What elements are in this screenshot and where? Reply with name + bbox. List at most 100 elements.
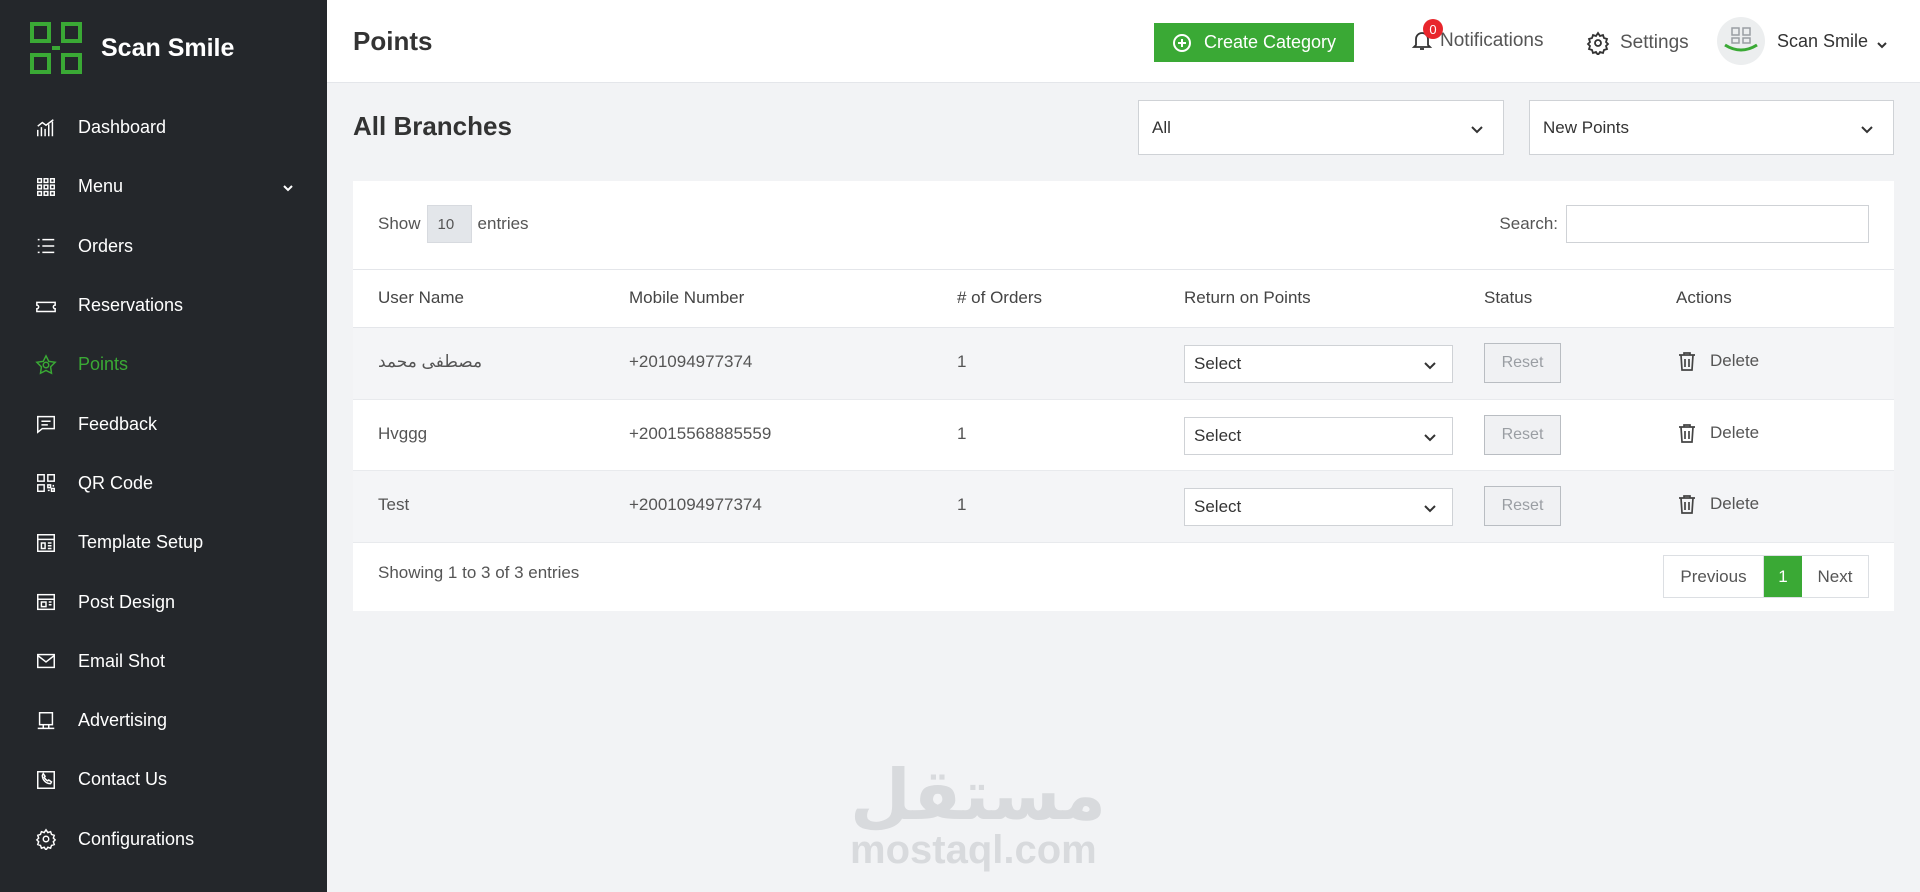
user-name: Scan Smile (1777, 30, 1869, 51)
select-value: Select (1194, 354, 1242, 373)
chevron-down-icon (1422, 429, 1438, 445)
cell-orders: 1 (957, 423, 967, 443)
sidebar-item-configurations[interactable]: Configurations (0, 810, 327, 869)
previous-page-button[interactable]: Previous (1664, 556, 1764, 597)
cell-orders: 1 (957, 495, 967, 514)
sidebar-item-label: QR Code (78, 472, 154, 493)
sidebar-item-label: Template Setup (78, 532, 204, 553)
reset-button[interactable]: Reset (1484, 486, 1561, 526)
sidebar-item-advertising[interactable]: Advertising (0, 691, 327, 750)
delete-button[interactable]: Delete (1676, 493, 1759, 515)
user-menu[interactable]: Scan Smile (1717, 17, 1888, 65)
delete-label: Delete (1710, 351, 1760, 370)
sidebar-item-label: Feedback (78, 413, 158, 434)
column-header-orders[interactable]: # of Orders (957, 288, 1042, 308)
phone-icon (34, 768, 58, 792)
points-type-value: New Points (1543, 117, 1629, 137)
sidebar: Scan Smile Dashboard Menu Orders Reserva… (0, 0, 327, 892)
sidebar-item-template-setup[interactable]: Template Setup (0, 513, 327, 572)
sidebar-item-menu[interactable]: Menu (0, 157, 327, 216)
points-table: User Name Mobile Number # of Orders Retu… (353, 269, 1894, 543)
sidebar-item-dashboard[interactable]: Dashboard (0, 98, 327, 157)
gear-icon (1586, 31, 1610, 55)
table-row: Hvggg +20015568885559 1 Select Reset Del… (353, 400, 1894, 471)
table-search: Search: (1499, 205, 1869, 243)
reset-button[interactable]: Reset (1484, 343, 1561, 383)
table-row: Test +2001094977374 1 Select Reset Delet… (353, 471, 1894, 543)
sidebar-item-feedback[interactable]: Feedback (0, 394, 327, 453)
message-icon (34, 412, 58, 436)
cell-mobile: +201094977374 (629, 352, 753, 371)
sidebar-item-orders[interactable]: Orders (0, 217, 327, 276)
sidebar-item-reservations[interactable]: Reservations (0, 276, 327, 335)
delete-button[interactable]: Delete (1676, 350, 1759, 372)
entries-label: entries (477, 214, 529, 233)
ticket-icon (34, 294, 58, 318)
reset-button[interactable]: Reset (1484, 414, 1561, 455)
sidebar-item-email-shot[interactable]: Email Shot (0, 632, 327, 691)
chevron-down-icon (1469, 121, 1485, 137)
chevron-down-icon (1422, 500, 1438, 516)
search-input[interactable] (1566, 205, 1869, 243)
delete-label: Delete (1710, 422, 1760, 442)
plus-circle-icon (1172, 33, 1191, 52)
select-value: Select (1194, 425, 1242, 445)
sidebar-item-label: Points (78, 354, 129, 375)
return-on-points-select[interactable]: Select (1184, 345, 1453, 383)
column-header-status[interactable]: Status (1484, 288, 1532, 308)
delete-label: Delete (1710, 494, 1760, 513)
star-icon (34, 353, 58, 377)
chart-icon (34, 116, 58, 140)
bell-icon: 0 (1410, 19, 1443, 54)
sidebar-item-contact-us[interactable]: Contact Us (0, 750, 327, 809)
chevron-down-icon[interactable] (281, 179, 295, 193)
sidebar-item-label: Reservations (78, 295, 184, 316)
table-row: مصطفى محمد +201094977374 1 Select Reset … (353, 328, 1894, 400)
cell-mobile: +2001094977374 (629, 495, 762, 514)
sidebar-item-label: Orders (78, 235, 134, 256)
column-header-return-on-points[interactable]: Return on Points (1184, 288, 1311, 308)
next-page-button[interactable]: Next (1802, 556, 1868, 597)
branch-select[interactable]: All (1138, 100, 1504, 155)
column-header-mobile[interactable]: Mobile Number (629, 288, 744, 308)
create-category-label: Create Category (1203, 32, 1337, 52)
cell-user-name: Hvggg (378, 423, 428, 443)
create-category-button[interactable]: Create Category (1154, 23, 1354, 62)
qrcode-icon (34, 471, 58, 495)
sidebar-item-qr-code[interactable]: QR Code (0, 454, 327, 513)
column-header-actions[interactable]: Actions (1676, 288, 1732, 308)
section-title: All Branches (353, 111, 512, 141)
column-header-user-name[interactable]: User Name (378, 288, 464, 308)
trash-icon (1679, 495, 1695, 514)
points-type-select[interactable]: New Points (1529, 100, 1894, 155)
entries-per-page-select[interactable]: 10 (426, 205, 472, 243)
brand-name: Scan Smile (101, 33, 235, 62)
return-on-points-select[interactable]: Select (1184, 416, 1453, 455)
layout-icon (34, 590, 58, 614)
trash-icon (1679, 423, 1695, 443)
sidebar-item-points[interactable]: Points (0, 335, 327, 394)
watermark-latin: mostaql.com (850, 828, 1097, 872)
table-info: Showing 1 to 3 of 3 entries (378, 563, 580, 582)
page-button-current[interactable]: 1 (1764, 556, 1802, 597)
chevron-down-icon (1859, 121, 1875, 137)
brand[interactable]: Scan Smile (30, 22, 234, 74)
sidebar-nav: Dashboard Menu Orders Reservations Point… (0, 98, 327, 869)
cell-user-name: Test (378, 495, 410, 514)
watermark-arabic: مستقل (850, 754, 1107, 836)
avatar (1717, 17, 1765, 65)
template-icon (34, 531, 58, 555)
sidebar-item-label: Advertising (78, 710, 168, 731)
select-value: Select (1194, 497, 1242, 516)
notifications-button[interactable]: 0 Notifications (1410, 19, 1544, 54)
sidebar-item-post-design[interactable]: Post Design (0, 572, 327, 631)
list-icon (34, 234, 58, 258)
show-label: Show (378, 214, 421, 233)
delete-button[interactable]: Delete (1676, 422, 1759, 444)
return-on-points-select[interactable]: Select (1184, 488, 1453, 526)
qr-logo-icon (30, 22, 82, 74)
chevron-down-icon (1876, 35, 1888, 49)
settings-label: Settings (1620, 32, 1689, 53)
sidebar-item-label: Menu (78, 176, 124, 197)
settings-button[interactable]: Settings (1586, 31, 1689, 55)
